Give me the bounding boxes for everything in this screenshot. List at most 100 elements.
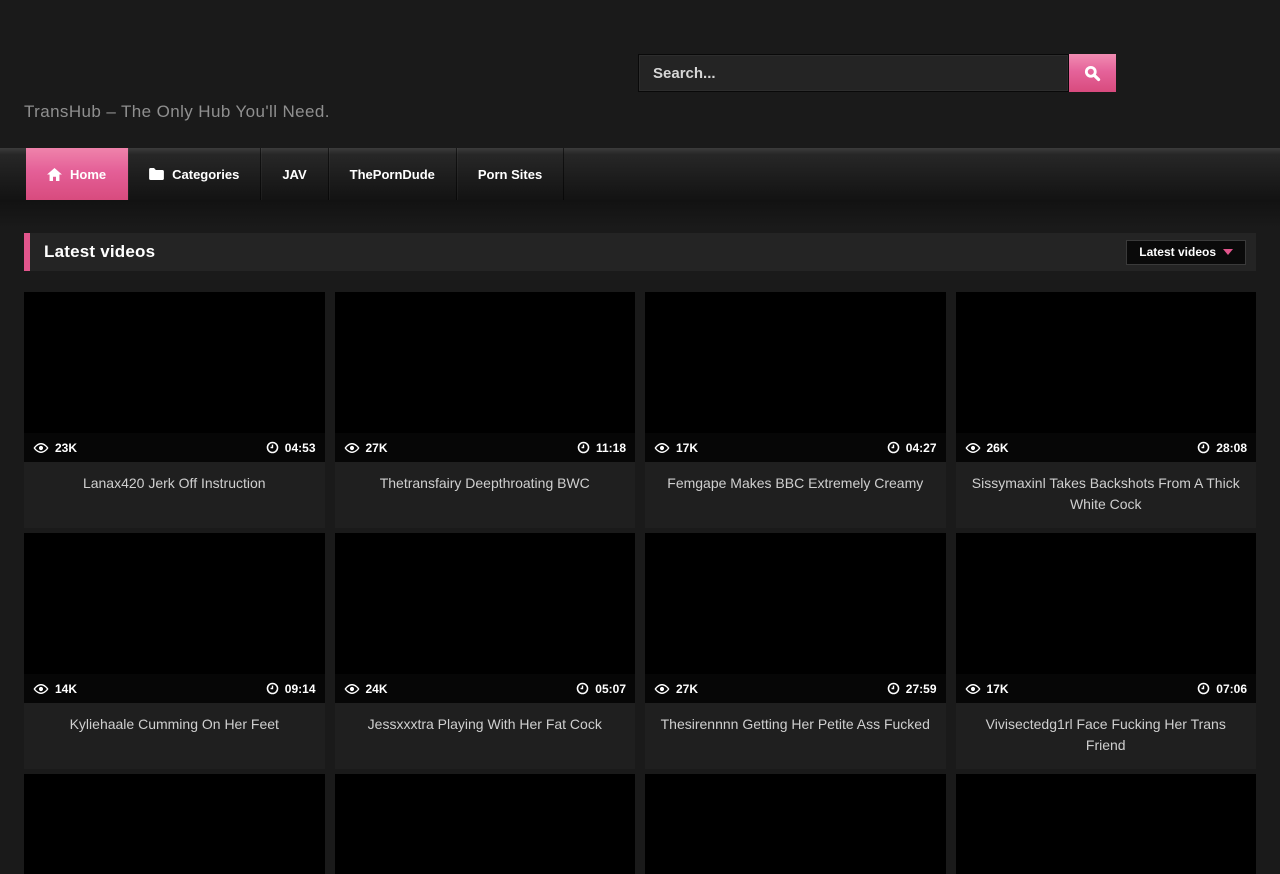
duration: 05:07 <box>595 682 626 696</box>
video-title[interactable]: Femgape Makes BBC Extremely Creamy <box>645 462 946 528</box>
duration: 04:53 <box>285 441 316 455</box>
duration-group: 07:06 <box>1197 682 1247 696</box>
video-card[interactable]: 24K 05:07 Jessxxxtra Playing With Her Fa… <box>335 533 636 769</box>
nav-item-home[interactable]: Home <box>26 148 128 200</box>
video-meta-bar: 27K 27:59 <box>645 674 946 703</box>
chevron-down-icon <box>1223 249 1233 255</box>
duration-group: 09:14 <box>266 682 316 696</box>
video-meta-bar: 26K 28:08 <box>956 433 1257 462</box>
video-thumbnail[interactable]: 26K 28:08 <box>956 292 1257 462</box>
eye-icon <box>965 442 981 454</box>
duration: 07:06 <box>1216 682 1247 696</box>
video-card[interactable]: 23K 04:53 Lanax420 Jerk Off Instruction <box>24 292 325 528</box>
section-header: Latest videos Latest videos <box>24 233 1256 271</box>
view-count: 27K <box>676 682 698 696</box>
view-count: 27K <box>366 441 388 455</box>
video-card[interactable]: 17K 07:06 Vivisectedg1rl Face Fucking He… <box>956 533 1257 769</box>
nav-item-label: Categories <box>172 167 239 182</box>
views-group: 17K <box>654 441 698 455</box>
video-meta-bar: 17K 04:27 <box>645 433 946 462</box>
clock-icon <box>887 441 900 454</box>
views-group: 27K <box>654 682 698 696</box>
eye-icon <box>344 683 360 695</box>
folder-icon <box>149 168 164 180</box>
video-card[interactable]: 27K 11:18 Thetransfairy Deepthroating BW… <box>335 292 636 528</box>
video-thumbnail[interactable]: 27K 27:59 <box>645 533 946 703</box>
video-thumbnail[interactable]: 14K 09:14 <box>24 533 325 703</box>
views-group: 24K <box>344 682 388 696</box>
duration-group: 27:59 <box>887 682 937 696</box>
nav-item-categories[interactable]: Categories <box>128 148 261 200</box>
search-input[interactable] <box>638 54 1069 92</box>
video-thumbnail[interactable]: 27K 11:18 <box>335 292 636 462</box>
sort-dropdown-label: Latest videos <box>1139 245 1216 259</box>
section-title: Latest videos <box>44 242 155 262</box>
view-count: 17K <box>676 441 698 455</box>
view-count: 24K <box>366 682 388 696</box>
site-tagline: TransHub – The Only Hub You'll Need. <box>24 102 330 122</box>
next-row-thumbnails <box>24 774 1256 874</box>
nav-item-theporndude[interactable]: ThePornDude <box>329 148 457 200</box>
video-title[interactable]: Lanax420 Jerk Off Instruction <box>24 462 325 528</box>
eye-icon <box>965 683 981 695</box>
nav-item-label: Home <box>70 167 106 182</box>
views-group: 17K <box>965 682 1009 696</box>
clock-icon <box>1197 441 1210 454</box>
video-meta-bar: 27K 11:18 <box>335 433 636 462</box>
video-meta-bar: 24K 05:07 <box>335 674 636 703</box>
duration-group: 11:18 <box>577 441 626 455</box>
eye-icon <box>654 442 670 454</box>
video-card[interactable]: 27K 27:59 Thesirennnn Getting Her Petite… <box>645 533 946 769</box>
video-title[interactable]: Sissymaxinl Takes Backshots From A Thick… <box>956 462 1257 528</box>
duration-group: 28:08 <box>1197 441 1247 455</box>
eye-icon <box>33 683 49 695</box>
duration: 27:59 <box>906 682 937 696</box>
eye-icon <box>654 683 670 695</box>
search-bar <box>638 54 1116 92</box>
video-title[interactable]: Vivisectedg1rl Face Fucking Her Trans Fr… <box>956 703 1257 769</box>
video-card[interactable]: 17K 04:27 Femgape Makes BBC Extremely Cr… <box>645 292 946 528</box>
eye-icon <box>344 442 360 454</box>
clock-icon <box>577 441 590 454</box>
view-count: 17K <box>987 682 1009 696</box>
video-thumbnail[interactable] <box>335 774 636 874</box>
duration: 28:08 <box>1216 441 1247 455</box>
video-thumbnail[interactable] <box>24 774 325 874</box>
views-group: 23K <box>33 441 77 455</box>
video-title[interactable]: Thetransfairy Deepthroating BWC <box>335 462 636 528</box>
video-card[interactable]: 14K 09:14 Kyliehaale Cumming On Her Feet <box>24 533 325 769</box>
video-title[interactable]: Jessxxxtra Playing With Her Fat Cock <box>335 703 636 769</box>
sort-dropdown[interactable]: Latest videos <box>1126 240 1246 265</box>
video-thumbnail[interactable] <box>956 774 1257 874</box>
clock-icon <box>1197 682 1210 695</box>
video-thumbnail[interactable]: 23K 04:53 <box>24 292 325 462</box>
video-thumbnail[interactable]: 24K 05:07 <box>335 533 636 703</box>
video-thumbnail[interactable]: 17K 04:27 <box>645 292 946 462</box>
nav-shadow <box>0 200 1280 228</box>
clock-icon <box>887 682 900 695</box>
view-count: 26K <box>987 441 1009 455</box>
video-meta-bar: 14K 09:14 <box>24 674 325 703</box>
video-meta-bar: 23K 04:53 <box>24 433 325 462</box>
video-card[interactable]: 26K 28:08 Sissymaxinl Takes Backshots Fr… <box>956 292 1257 528</box>
nav-item-jav[interactable]: JAV <box>261 148 328 200</box>
nav-item-label: JAV <box>282 167 306 182</box>
duration: 04:27 <box>906 441 937 455</box>
duration: 09:14 <box>285 682 316 696</box>
nav-item-porn-sites[interactable]: Porn Sites <box>457 148 564 200</box>
video-title[interactable]: Thesirennnn Getting Her Petite Ass Fucke… <box>645 703 946 769</box>
site-header: TransHub – The Only Hub You'll Need. <box>0 0 1280 148</box>
video-title[interactable]: Kyliehaale Cumming On Her Feet <box>24 703 325 769</box>
eye-icon <box>33 442 49 454</box>
nav-item-label: ThePornDude <box>350 167 435 182</box>
search-button[interactable] <box>1069 54 1116 92</box>
duration-group: 04:53 <box>266 441 316 455</box>
nav-item-label: Porn Sites <box>478 167 542 182</box>
clock-icon <box>266 682 279 695</box>
views-group: 14K <box>33 682 77 696</box>
video-thumbnail[interactable]: 17K 07:06 <box>956 533 1257 703</box>
video-grid: 23K 04:53 Lanax420 Jerk Off Instruction <box>24 292 1256 769</box>
video-thumbnail[interactable] <box>645 774 946 874</box>
views-group: 27K <box>344 441 388 455</box>
main-nav: Home Categories JAV ThePornDude Porn Sites <box>0 148 1280 200</box>
